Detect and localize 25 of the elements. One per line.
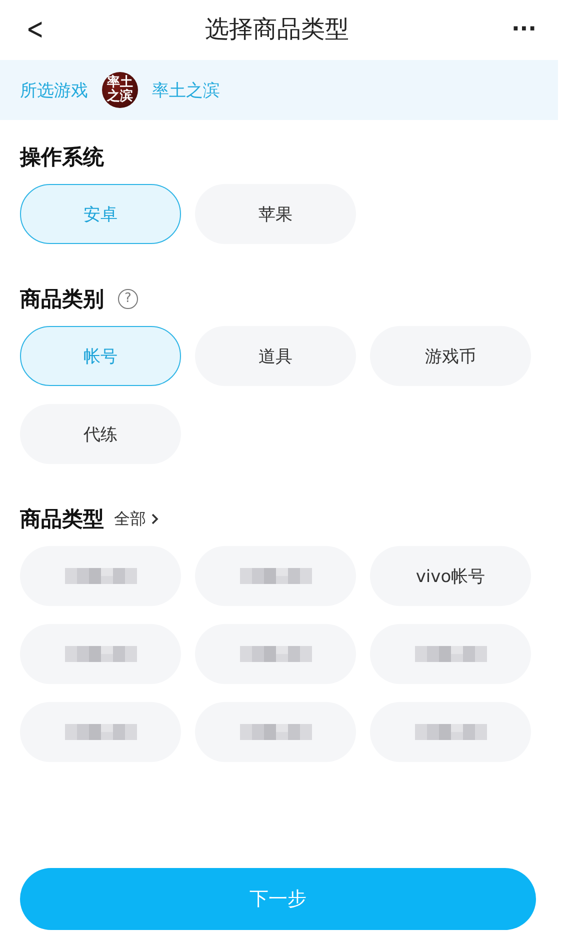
- banner-label: 所选游戏: [20, 80, 88, 102]
- pixelated-text-icon: [64, 568, 136, 584]
- pixelated-text-icon: [414, 724, 486, 740]
- option-button[interactable]: 代练: [20, 404, 181, 464]
- more-button[interactable]: ···: [504, 16, 544, 42]
- pixelated-text-icon: [240, 724, 312, 740]
- section-title: 商品类型: [20, 506, 104, 533]
- help-button[interactable]: ?: [118, 289, 138, 309]
- all-link[interactable]: 全部: [114, 508, 159, 530]
- back-button[interactable]: <: [24, 12, 46, 46]
- pixelated-text-icon: [64, 646, 136, 662]
- game-logo: 率土之滨: [102, 72, 138, 108]
- option-button[interactable]: 苹果: [195, 184, 356, 244]
- chevron-icon: [151, 513, 159, 525]
- game-name: 率土之滨: [152, 80, 220, 102]
- pixelated-text-icon: [64, 724, 136, 740]
- section-title: 操作系统: [20, 144, 104, 171]
- page-title: 选择商品类型: [205, 14, 349, 45]
- option-button[interactable]: 游戏币: [370, 326, 531, 386]
- pixelated-text-icon: [240, 568, 312, 584]
- section-title: 商品类别: [20, 286, 104, 313]
- option-button[interactable]: 道具: [195, 326, 356, 386]
- pixelated-text-icon: [414, 646, 486, 662]
- option-button[interactable]: vivo帐号: [370, 546, 531, 606]
- pixelated-text-icon: [240, 646, 312, 662]
